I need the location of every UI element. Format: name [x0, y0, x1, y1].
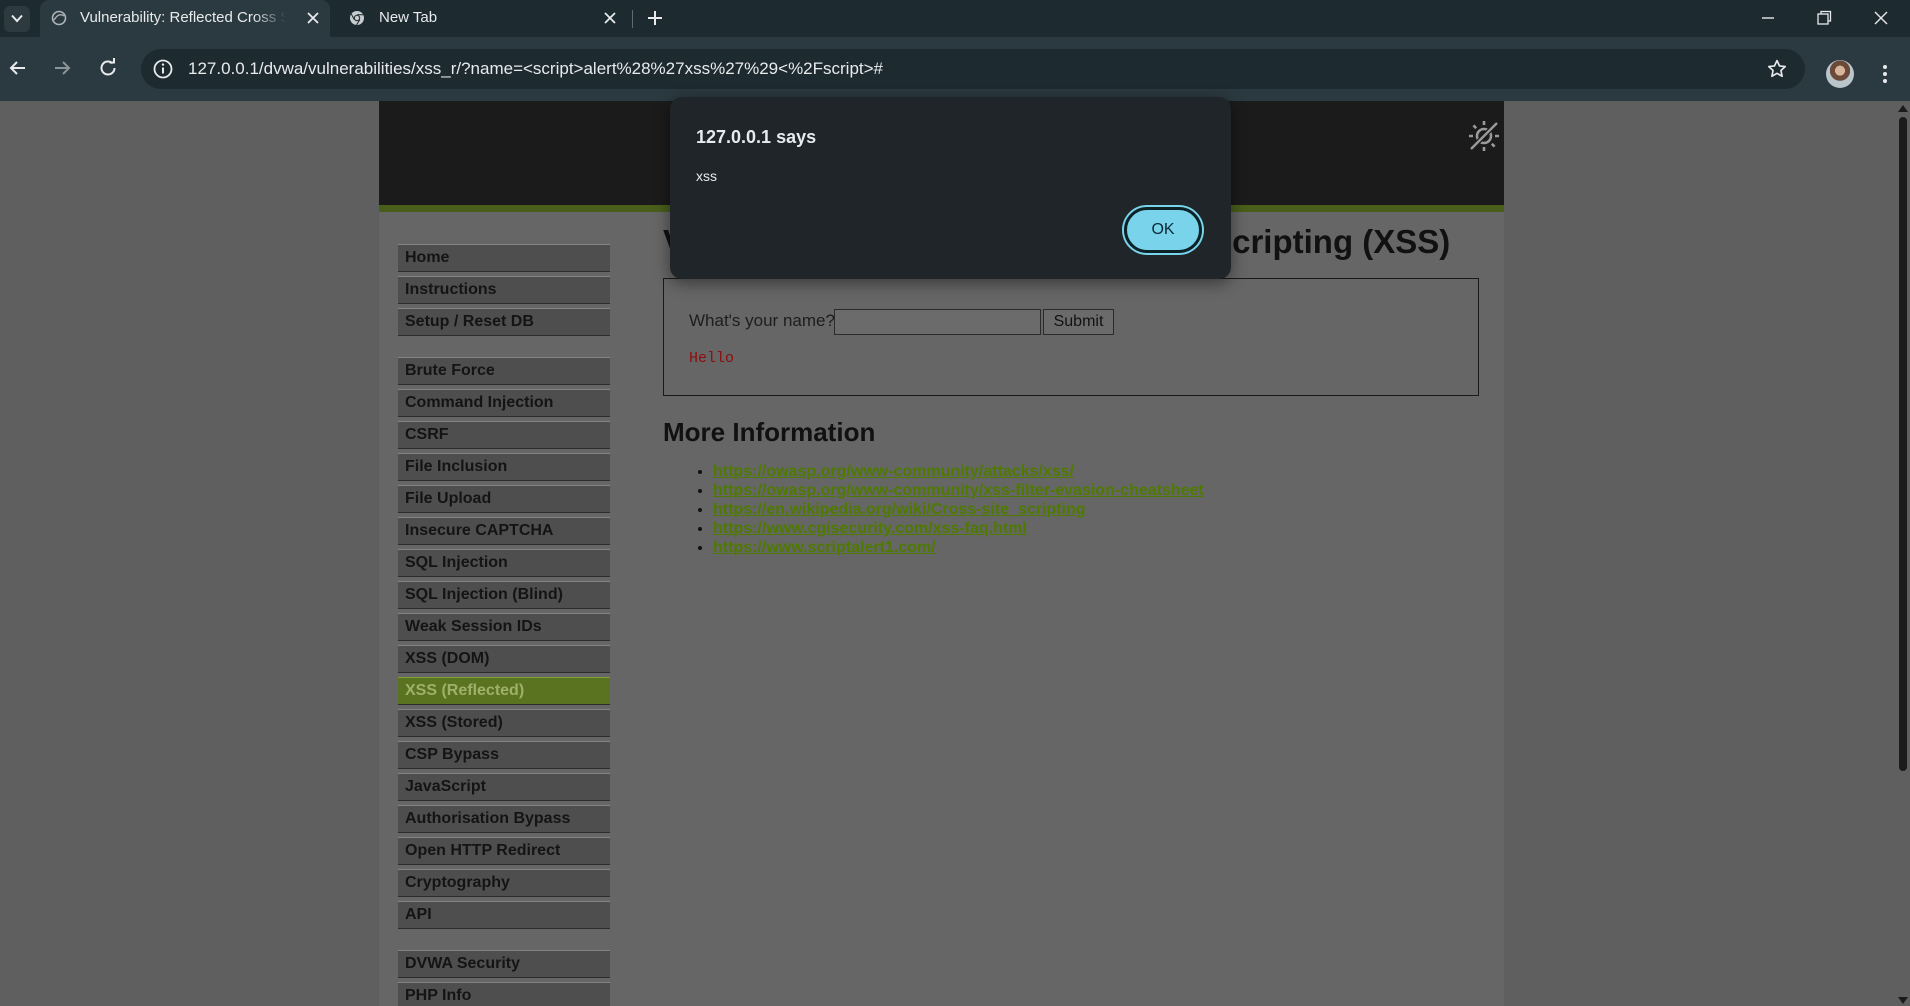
tab-title: Vulnerability: Reflected Cross Site Scri… — [80, 9, 286, 26]
link-scriptalert1[interactable]: https://www.scriptalert1.com/ — [713, 539, 936, 556]
menu-item-javascript[interactable]: JavaScript — [398, 773, 610, 801]
main-menu: Home Instructions Setup / Reset DB Brute… — [398, 244, 610, 1006]
menu-item-brute-force[interactable]: Brute Force — [398, 357, 610, 385]
menu-item-sql-injection-blind[interactable]: SQL Injection (Blind) — [398, 581, 610, 609]
close-icon[interactable] — [603, 11, 617, 25]
scroll-down-arrow-icon[interactable] — [1898, 997, 1908, 1004]
link-cgisecurity-faq[interactable]: https://www.cgisecurity.com/xss-faq.html — [713, 520, 1027, 537]
menu-item-csrf[interactable]: CSRF — [398, 421, 610, 449]
chrome-icon — [350, 11, 364, 26]
menu-item-api[interactable]: API — [398, 901, 610, 929]
menu-item-xss-stored[interactable]: XSS (Stored) — [398, 709, 610, 737]
menu-item-instructions[interactable]: Instructions — [398, 276, 610, 304]
greeting-output: Hello — [689, 350, 735, 367]
menu-item-file-upload[interactable]: File Upload — [398, 485, 610, 513]
menu-group-general: Home Instructions Setup / Reset DB — [398, 244, 610, 336]
link-wikipedia-xss[interactable]: https://en.wikipedia.org/wiki/Cross-site… — [713, 501, 1086, 518]
list-item: https://www.cgisecurity.com/xss-faq.html — [713, 519, 1204, 538]
name-input[interactable] — [834, 309, 1041, 335]
more-information-links: https://owasp.org/www-community/attacks/… — [689, 462, 1204, 557]
address-bar[interactable]: 127.0.0.1/dvwa/vulnerabilities/xss_r/?na… — [141, 49, 1805, 89]
list-item: https://www.scriptalert1.com/ — [713, 538, 1204, 557]
menu-group-vulnerabilities: Brute Force Command Injection CSRF File … — [398, 357, 610, 929]
menu-item-xss-reflected[interactable]: XSS (Reflected) — [398, 677, 610, 705]
theme-toggle-icon[interactable] — [1465, 117, 1503, 155]
ok-button[interactable]: OK — [1124, 207, 1202, 253]
menu-item-php-info[interactable]: PHP Info — [398, 982, 610, 1006]
menu-item-file-inclusion[interactable]: File Inclusion — [398, 453, 610, 481]
bookmark-star-icon[interactable] — [1766, 58, 1788, 80]
vulnerable-code-area: What's your name? Submit Hello — [663, 278, 1479, 396]
page-scrollbar[interactable] — [1896, 101, 1910, 1006]
name-label: What's your name? — [689, 311, 835, 330]
restore-icon[interactable] — [1814, 8, 1834, 28]
dialog-title: 127.0.0.1 says — [696, 127, 817, 147]
back-arrow-icon[interactable] — [6, 56, 30, 80]
tab-new-tab[interactable]: New Tab — [336, 0, 628, 37]
site-info-icon[interactable] — [151, 57, 175, 81]
menu-item-weak-session-ids[interactable]: Weak Session IDs — [398, 613, 610, 641]
reload-icon[interactable] — [96, 56, 120, 80]
link-owasp-filter-evasion[interactable]: https://owasp.org/www-community/xss-filt… — [713, 482, 1204, 499]
submit-button[interactable]: Submit — [1043, 309, 1114, 335]
list-item: https://owasp.org/www-community/xss-filt… — [713, 481, 1204, 500]
list-item: https://owasp.org/www-community/attacks/… — [713, 462, 1204, 481]
menu-item-home[interactable]: Home — [398, 244, 610, 272]
more-menu-icon[interactable] — [1874, 60, 1896, 88]
new-tab-plus-icon[interactable] — [645, 8, 665, 28]
forward-arrow-icon[interactable] — [50, 56, 74, 80]
menu-item-dvwa-security[interactable]: DVWA Security — [398, 950, 610, 978]
menu-item-command-injection[interactable]: Command Injection — [398, 389, 610, 417]
menu-item-open-http-redirect[interactable]: Open HTTP Redirect — [398, 837, 610, 865]
dvwa-favicon-icon — [51, 10, 67, 26]
browser-toolbar: 127.0.0.1/dvwa/vulnerabilities/xss_r/?na… — [0, 37, 1910, 101]
alert-dialog: 127.0.0.1 says xss OK — [670, 97, 1231, 279]
menu-item-sql-injection[interactable]: SQL Injection — [398, 549, 610, 577]
close-icon[interactable] — [306, 11, 320, 25]
close-window-icon[interactable] — [1871, 8, 1891, 28]
menu-group-settings: DVWA Security PHP Info — [398, 950, 610, 1006]
tab-search-button[interactable] — [4, 6, 30, 32]
tab-title: New Tab — [379, 9, 438, 26]
tab-separator — [632, 10, 633, 28]
menu-item-xss-dom[interactable]: XSS (DOM) — [398, 645, 610, 673]
tab-dvwa[interactable]: Vulnerability: Reflected Cross Site Scri… — [40, 0, 330, 37]
menu-item-csp-bypass[interactable]: CSP Bypass — [398, 741, 610, 769]
chevron-down-icon — [11, 14, 23, 23]
minimize-icon[interactable] — [1758, 8, 1778, 28]
menu-item-cryptography[interactable]: Cryptography — [398, 869, 610, 897]
tab-bar: Vulnerability: Reflected Cross Site Scri… — [0, 0, 1910, 37]
scroll-up-arrow-icon[interactable] — [1898, 105, 1908, 112]
list-item: https://en.wikipedia.org/wiki/Cross-site… — [713, 500, 1204, 519]
url-text[interactable]: 127.0.0.1/dvwa/vulnerabilities/xss_r/?na… — [188, 59, 883, 79]
menu-item-insecure-captcha[interactable]: Insecure CAPTCHA — [398, 517, 610, 545]
dialog-message: xss — [696, 168, 717, 184]
more-information-heading: More Information — [663, 417, 876, 447]
scrollbar-thumb[interactable] — [1899, 117, 1907, 771]
profile-avatar[interactable] — [1826, 60, 1854, 88]
menu-item-authorisation-bypass[interactable]: Authorisation Bypass — [398, 805, 610, 833]
menu-item-setup-reset-db[interactable]: Setup / Reset DB — [398, 308, 610, 336]
link-owasp-xss[interactable]: https://owasp.org/www-community/attacks/… — [713, 463, 1074, 480]
